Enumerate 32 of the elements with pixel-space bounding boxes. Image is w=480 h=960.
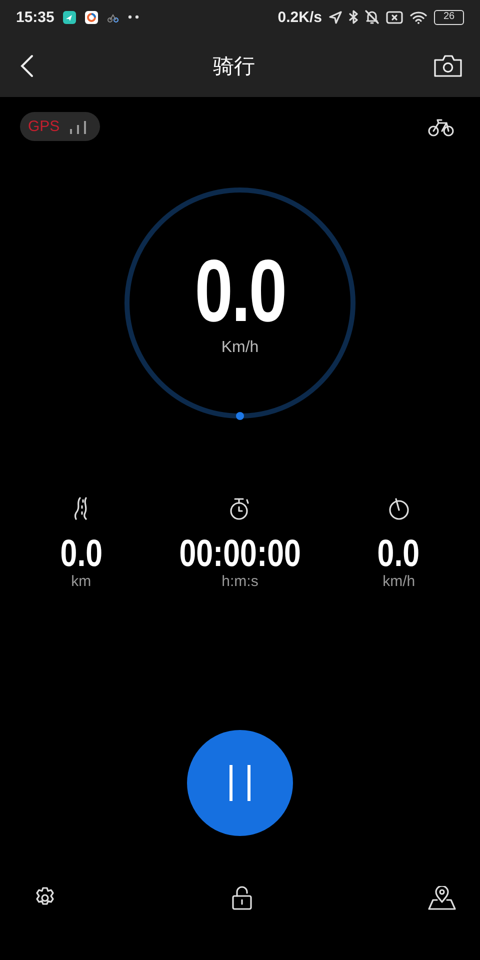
bluetooth-icon: [349, 10, 358, 24]
location-arrow-icon: [329, 10, 342, 24]
status-time: 15:35: [16, 8, 54, 26]
stat-value: 0.0: [378, 535, 420, 573]
page-title: 骑行: [213, 52, 255, 80]
stat-unit: h:m:s: [222, 573, 258, 590]
more-dots-icon: [128, 15, 140, 19]
network-speed: 0.2K/s: [278, 8, 322, 26]
map-button[interactable]: [426, 884, 458, 912]
camera-icon: [434, 54, 462, 76]
bicycle-icon: [428, 116, 454, 136]
bell-muted-icon: [365, 10, 379, 24]
back-icon: [20, 54, 34, 78]
stopwatch-icon: [228, 497, 252, 521]
stat-value: 00:00:00: [179, 535, 301, 573]
lock-button[interactable]: [230, 884, 254, 912]
sim-icon: [386, 10, 403, 24]
gps-label: GPS: [28, 118, 60, 135]
stat-unit: km/h: [382, 573, 416, 590]
speed-value: 0.0: [194, 247, 286, 335]
app-icon: [85, 10, 98, 24]
stat-value: 0.0: [60, 535, 102, 573]
battery-level: 26: [443, 12, 455, 22]
wifi-icon: [410, 10, 427, 24]
speed-unit: Km/h: [221, 339, 259, 357]
stat-unit: km: [71, 573, 92, 590]
lock-icon: [232, 886, 252, 910]
camera-button[interactable]: [432, 52, 464, 78]
signal-bars-icon: [68, 120, 88, 134]
map-pin-icon: [428, 886, 456, 910]
app-icon: [63, 10, 76, 24]
gauge-icon: [388, 497, 410, 521]
